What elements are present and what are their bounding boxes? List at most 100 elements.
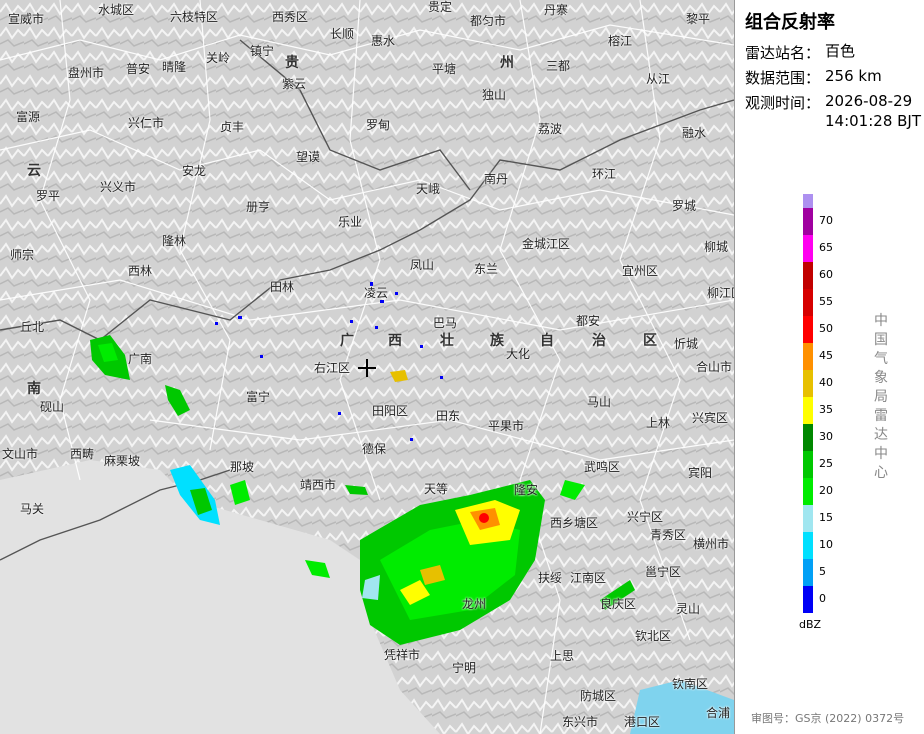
crosshair-icon [358, 359, 376, 377]
place-label: 合浦 [706, 706, 731, 720]
legend-tick-label: 20 [819, 484, 833, 497]
place-label: 那坡 [230, 460, 255, 474]
place-label: 融水 [682, 126, 707, 140]
place-label: 富宁 [246, 390, 271, 404]
region-label: 区 [643, 333, 659, 349]
legend-swatch [803, 397, 813, 424]
place-label: 榕江 [608, 34, 633, 48]
place-label: 都匀市 [470, 14, 507, 28]
place-label: 罗甸 [366, 118, 391, 132]
place-label: 扶绥 [538, 571, 563, 585]
place-label: 武鸣区 [584, 460, 621, 474]
place-label: 隆安 [514, 483, 539, 497]
station-value: 百色 [825, 42, 856, 60]
place-label: 环江 [592, 167, 617, 181]
region-label: 自 [540, 333, 556, 349]
region-label: 云 [27, 163, 43, 179]
place-label: 马关 [20, 502, 45, 516]
region-label: 壮 [440, 333, 456, 349]
place-label: 上思 [550, 649, 575, 663]
place-label: 邕宁区 [645, 565, 682, 579]
legend-tick-label: 50 [819, 322, 833, 335]
place-label: 三都 [546, 59, 571, 73]
place-label: 丹寨 [544, 3, 569, 17]
place-label: 钦北区 [635, 629, 672, 643]
place-label: 大化 [506, 347, 531, 361]
place-label: 凭祥市 [384, 648, 421, 662]
place-label: 江南区 [570, 571, 607, 585]
place-label: 黎平 [686, 12, 711, 26]
place-label: 兴仁市 [128, 116, 165, 130]
legend-swatch [803, 586, 813, 613]
place-label: 晴隆 [162, 60, 187, 74]
place-label: 丘北 [20, 320, 45, 334]
radar-map[interactable]: 贵 州 云 南 广 西 壮 族 自 治 区 宣威市 水城区 六枝特区 西秀区 贵… [0, 0, 734, 734]
place-label: 横州市 [693, 537, 730, 551]
place-label: 册亨 [246, 200, 271, 214]
place-label: 平塘 [432, 62, 457, 76]
place-label: 田林 [270, 280, 295, 294]
place-label: 隆林 [162, 234, 187, 248]
place-label: 钦南区 [672, 677, 709, 691]
legend-tick-label: 0 [819, 592, 826, 605]
region-label: 西 [388, 333, 404, 349]
place-label: 右江区 [314, 361, 351, 375]
place-label: 罗平 [36, 189, 61, 203]
place-label: 德保 [362, 442, 387, 456]
legend-unit: dBZ [799, 618, 822, 631]
legend-swatch [803, 532, 813, 559]
place-label: 凌云 [364, 286, 389, 300]
place-label: 合山市 [696, 360, 733, 374]
legend-tick-label: 65 [819, 241, 833, 254]
place-label: 砚山 [40, 400, 65, 414]
place-label: 荔波 [538, 122, 563, 136]
place-label: 柳江区 [707, 286, 734, 300]
place-label: 麻栗坡 [104, 454, 141, 468]
region-label: 贵 [285, 55, 301, 71]
place-label: 西林 [128, 264, 153, 278]
place-label: 普安 [126, 62, 151, 76]
time-date: 2026-08-29 [825, 92, 913, 110]
place-label: 长顺 [330, 27, 355, 41]
place-label: 西秀区 [272, 10, 309, 24]
legend-tick-label: 35 [819, 403, 833, 416]
place-label: 宣威市 [8, 12, 45, 26]
place-label: 宁明 [452, 661, 477, 675]
place-label: 良庆区 [600, 597, 637, 611]
place-label: 兴宁区 [627, 510, 664, 524]
place-label: 镇宁 [250, 44, 275, 58]
place-label: 防城区 [580, 689, 617, 703]
place-label: 六枝特区 [170, 10, 219, 24]
place-label: 南丹 [484, 172, 509, 186]
place-label: 天等 [424, 482, 449, 496]
time-clock: 14:01:28 BJT [825, 112, 922, 130]
place-label: 惠水 [371, 34, 396, 48]
agency-name: 中国气象局雷达中心 [874, 313, 888, 481]
legend-tick-label: 55 [819, 295, 833, 308]
legend-tick-label: 15 [819, 511, 833, 524]
map-review-number: 审图号：GS京 (2022) 0372号 [751, 712, 905, 725]
legend-tick-label: 40 [819, 376, 833, 389]
place-label: 柳城 [704, 240, 729, 254]
place-label: 凤山 [410, 258, 435, 272]
place-label: 兴宾区 [692, 411, 729, 425]
place-label: 水城区 [98, 3, 135, 17]
legend-swatch [803, 208, 813, 235]
place-label: 宜州区 [622, 264, 659, 278]
place-label: 师宗 [10, 248, 35, 262]
legend-swatch [803, 194, 813, 208]
range-label: 数据范围： [745, 69, 821, 87]
legend-swatch [803, 424, 813, 451]
place-label: 盘州市 [68, 66, 105, 80]
place-label: 港口区 [624, 715, 661, 729]
legend-tick-label: 30 [819, 430, 833, 443]
legend-swatch [803, 559, 813, 586]
legend-tick-label: 10 [819, 538, 833, 551]
legend-swatch [803, 289, 813, 316]
legend-swatch [803, 478, 813, 505]
place-label: 靖西市 [300, 478, 337, 492]
station-label: 雷达站名： [745, 44, 821, 62]
place-label: 田阳区 [372, 404, 409, 418]
place-label: 忻城 [674, 337, 699, 351]
place-label: 灵山 [676, 602, 701, 616]
